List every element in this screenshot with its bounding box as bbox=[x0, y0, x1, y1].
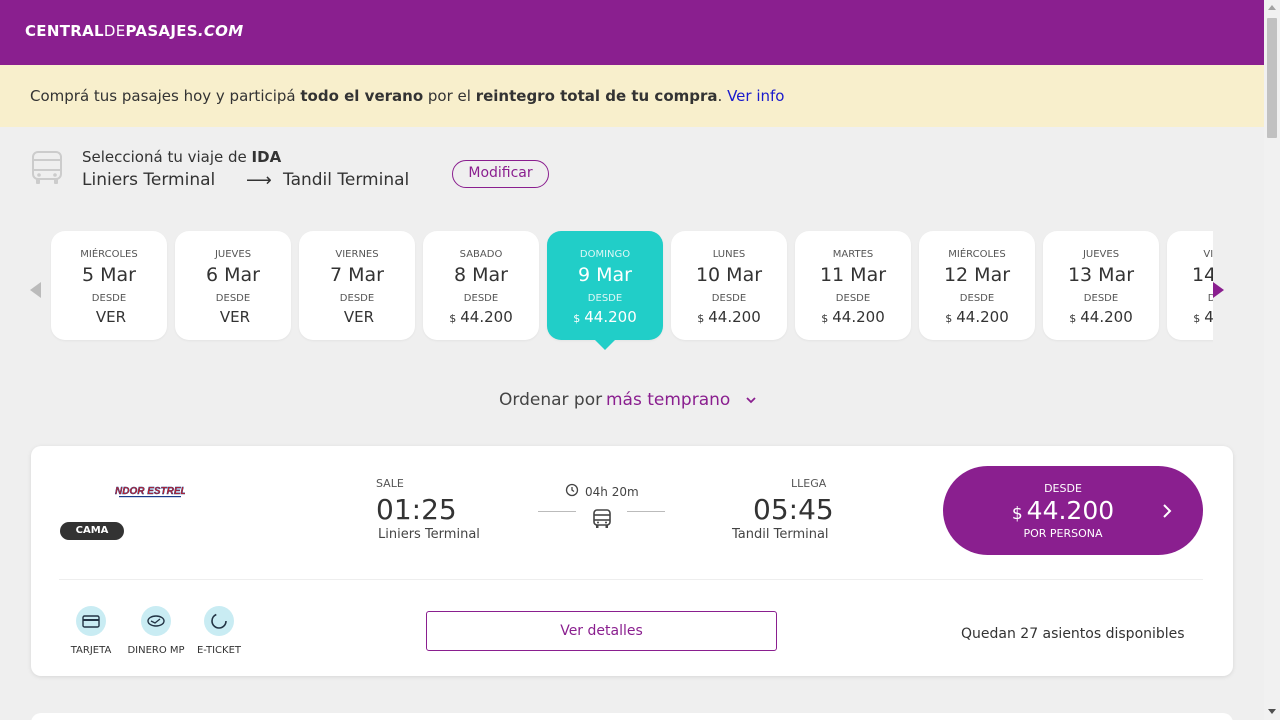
route-line bbox=[627, 511, 665, 512]
chevron-down-icon[interactable] bbox=[744, 393, 758, 407]
arrival-time: 05:45 bbox=[753, 493, 834, 526]
date-card[interactable]: VIERNES 14 Mar DESDE $44.200 bbox=[1167, 231, 1213, 340]
trip-duration: 04h 20m bbox=[585, 485, 639, 499]
trip-destination: Tandil Terminal bbox=[283, 170, 410, 190]
date-card[interactable]: MIÉRCOLES 5 Mar DESDE VER bbox=[51, 231, 167, 340]
payment-method: E-TICKET bbox=[189, 606, 249, 656]
sort-label: Ordenar por bbox=[499, 390, 603, 410]
brand-logo[interactable]: CENTRALDEPASAJES.COM bbox=[25, 22, 243, 40]
bus-icon bbox=[32, 151, 62, 184]
modify-search-button[interactable]: Modificar bbox=[452, 160, 549, 188]
arrow-right-icon: ⟶ bbox=[246, 170, 272, 191]
clock-icon bbox=[565, 483, 579, 497]
route-line bbox=[538, 511, 576, 512]
company-logo: CONDOR ESTRELLA bbox=[115, 486, 185, 498]
date-next-icon[interactable] bbox=[1212, 280, 1226, 300]
departure-label: SALE bbox=[376, 477, 404, 490]
arrival-place: Tandil Terminal bbox=[732, 527, 829, 542]
trip-select-title: Seleccioná tu viaje de IDA bbox=[82, 148, 282, 166]
date-card[interactable]: MIÉRCOLES 12 Mar DESDE $44.200 bbox=[919, 231, 1035, 340]
scroll-down-icon[interactable] bbox=[1268, 709, 1276, 714]
seats-available: Quedan 27 asientos disponibles bbox=[961, 626, 1185, 642]
sort-select[interactable]: más temprano bbox=[606, 390, 730, 410]
date-card-selected[interactable]: DOMINGO 9 Mar DESDE $44.200 bbox=[547, 231, 663, 350]
arrival-label: LLEGA bbox=[791, 477, 827, 490]
handshake-icon bbox=[141, 606, 171, 636]
date-card[interactable]: VIERNES 7 Mar DESDE VER bbox=[299, 231, 415, 340]
departure-time: 01:25 bbox=[376, 493, 457, 526]
divider bbox=[59, 579, 1203, 580]
date-card[interactable]: SABADO 8 Mar DESDE $44.200 bbox=[423, 231, 539, 340]
view-details-button[interactable]: Ver detalles bbox=[426, 611, 777, 651]
scroll-up-icon[interactable] bbox=[1268, 5, 1276, 10]
payment-method: DINERO MP bbox=[126, 606, 186, 656]
svg-text:CONDOR ESTRELLA: CONDOR ESTRELLA bbox=[115, 486, 185, 497]
chevron-right-icon bbox=[1163, 504, 1172, 518]
trip-result-card: CONDOR ESTRELLA CAMA SALE 01:25 Liniers … bbox=[31, 446, 1233, 676]
date-card[interactable]: JUEVES 6 Mar DESDE VER bbox=[175, 231, 291, 340]
scroll-thumb[interactable] bbox=[1267, 18, 1277, 138]
date-card[interactable]: LUNES 10 Mar DESDE $44.200 bbox=[671, 231, 787, 340]
payment-method: TARJETA bbox=[61, 606, 121, 656]
date-prev-icon[interactable] bbox=[28, 280, 42, 300]
service-badge: CAMA bbox=[60, 522, 124, 540]
promo-text: Comprá tus pasajes hoy y participá todo … bbox=[30, 87, 785, 105]
top-header: CENTRALDEPASAJES.COM bbox=[0, 0, 1264, 65]
promo-info-link[interactable]: Ver info bbox=[727, 87, 784, 105]
page-scrollbar[interactable] bbox=[1264, 0, 1280, 720]
card-icon bbox=[76, 606, 106, 636]
bus-icon bbox=[593, 509, 611, 528]
date-card[interactable]: JUEVES 13 Mar DESDE $44.200 bbox=[1043, 231, 1159, 340]
select-trip-button[interactable]: DESDE $44.200 POR PERSONA bbox=[943, 466, 1203, 555]
eticket-icon bbox=[204, 606, 234, 636]
date-card[interactable]: MARTES 11 Mar DESDE $44.200 bbox=[795, 231, 911, 340]
trip-price: $44.200 bbox=[1011, 496, 1115, 525]
date-carousel: MIÉRCOLES 5 Mar DESDE VER JUEVES 6 Mar D… bbox=[50, 230, 1213, 355]
trip-result-card bbox=[31, 713, 1233, 720]
departure-place: Liniers Terminal bbox=[378, 527, 480, 542]
promo-banner: Comprá tus pasajes hoy y participá todo … bbox=[0, 65, 1264, 127]
trip-origin: Liniers Terminal bbox=[82, 170, 216, 190]
